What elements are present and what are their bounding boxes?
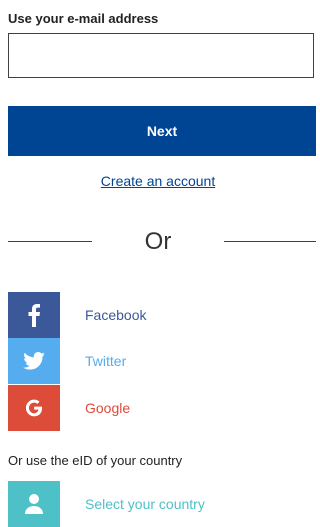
facebook-login-button[interactable]: Facebook <box>8 292 316 338</box>
eid-label: Or use the eID of your country <box>8 453 183 468</box>
or-separator: Or <box>0 224 316 260</box>
create-account-link[interactable]: Create an account <box>0 173 316 189</box>
facebook-label: Facebook <box>85 307 147 323</box>
google-icon <box>8 385 60 431</box>
next-button[interactable]: Next <box>8 106 316 156</box>
twitter-icon <box>8 338 60 384</box>
email-field[interactable] <box>8 33 314 78</box>
facebook-icon <box>8 292 60 338</box>
select-country-button[interactable]: Select your country <box>8 481 316 527</box>
twitter-label: Twitter <box>85 353 127 369</box>
twitter-login-button[interactable]: Twitter <box>8 338 316 384</box>
user-icon <box>8 481 60 527</box>
or-label: Or <box>144 228 172 255</box>
divider-right <box>224 241 316 242</box>
select-country-label: Select your country <box>85 496 205 512</box>
email-label: Use your e-mail address <box>8 11 159 26</box>
google-label: Google <box>85 400 131 416</box>
google-login-button[interactable]: Google <box>8 385 316 431</box>
